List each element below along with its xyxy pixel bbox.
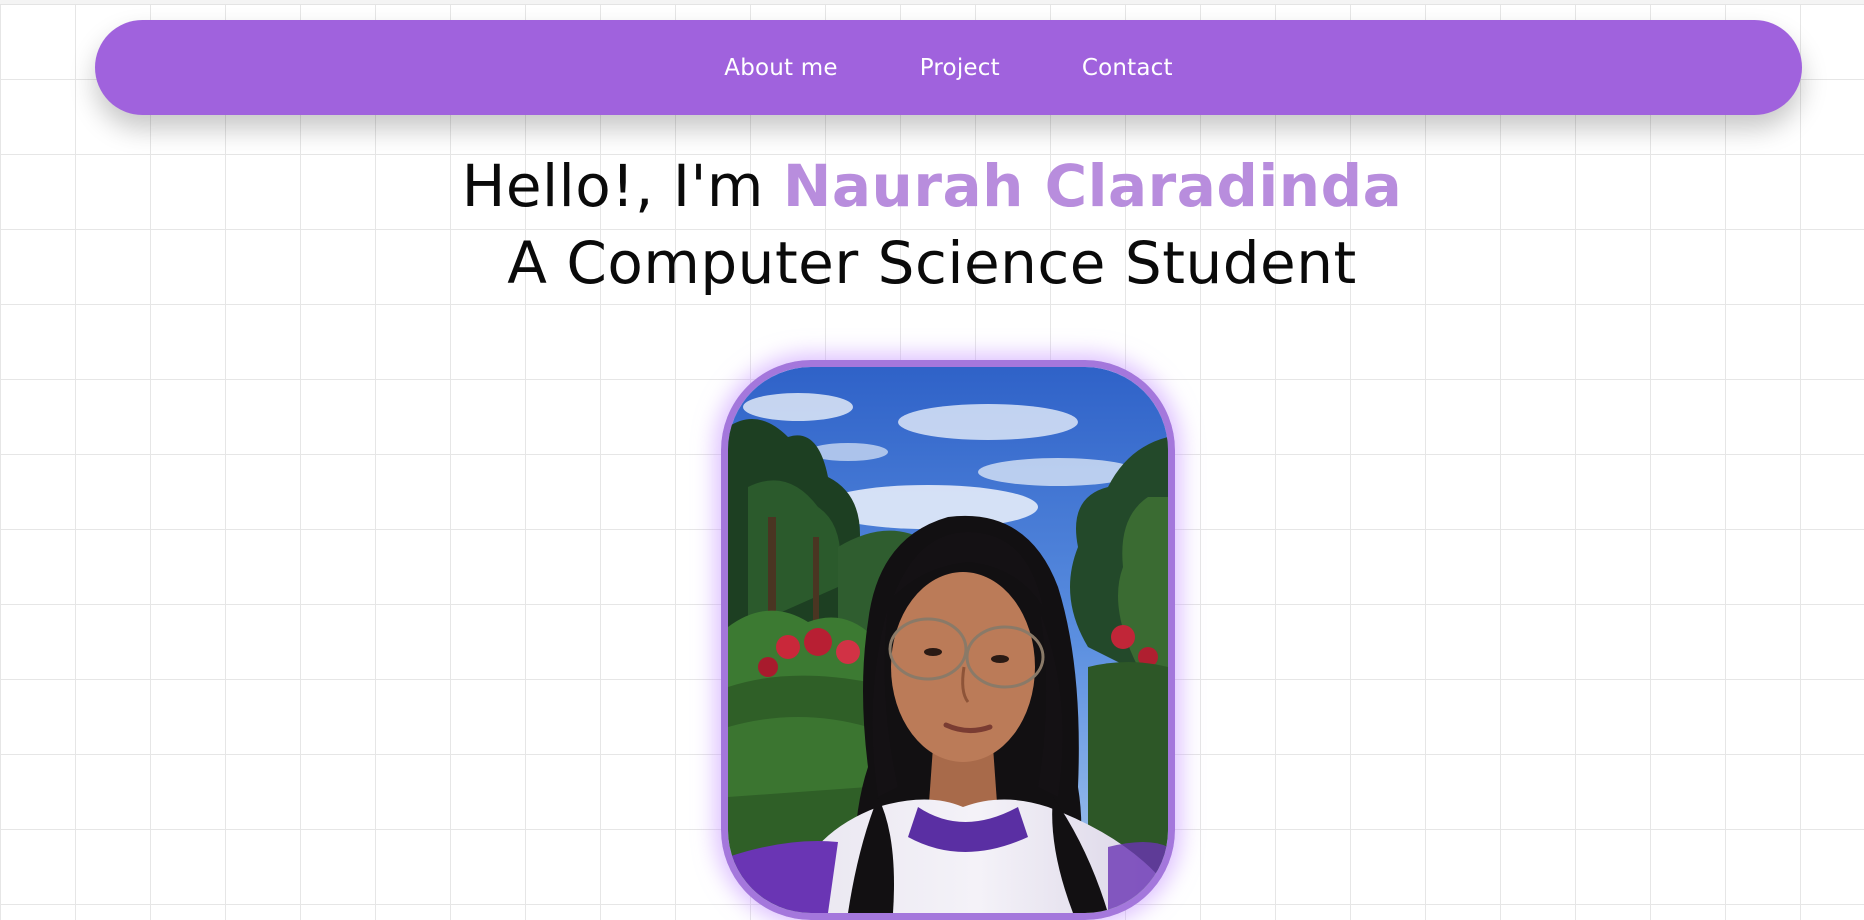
hero-subtitle: A Computer Science Student <box>507 229 1357 297</box>
nav-link-contact[interactable]: Contact <box>1082 55 1173 81</box>
navbar: About me Project Contact <box>95 20 1802 115</box>
hero-heading: Hello!, I'm Naurah Claradinda <box>0 148 1864 225</box>
profile-photo <box>728 367 1168 913</box>
nav-link-about-me[interactable]: About me <box>724 55 837 81</box>
top-edge <box>0 0 1864 5</box>
hero-name: Naurah Claradinda <box>782 152 1403 220</box>
hero-greeting: Hello!, I'm <box>461 152 783 220</box>
profile-photo-frame <box>721 360 1175 920</box>
nav-link-project[interactable]: Project <box>920 55 1000 81</box>
hero-section: Hello!, I'm Naurah Claradinda A Computer… <box>0 148 1864 302</box>
